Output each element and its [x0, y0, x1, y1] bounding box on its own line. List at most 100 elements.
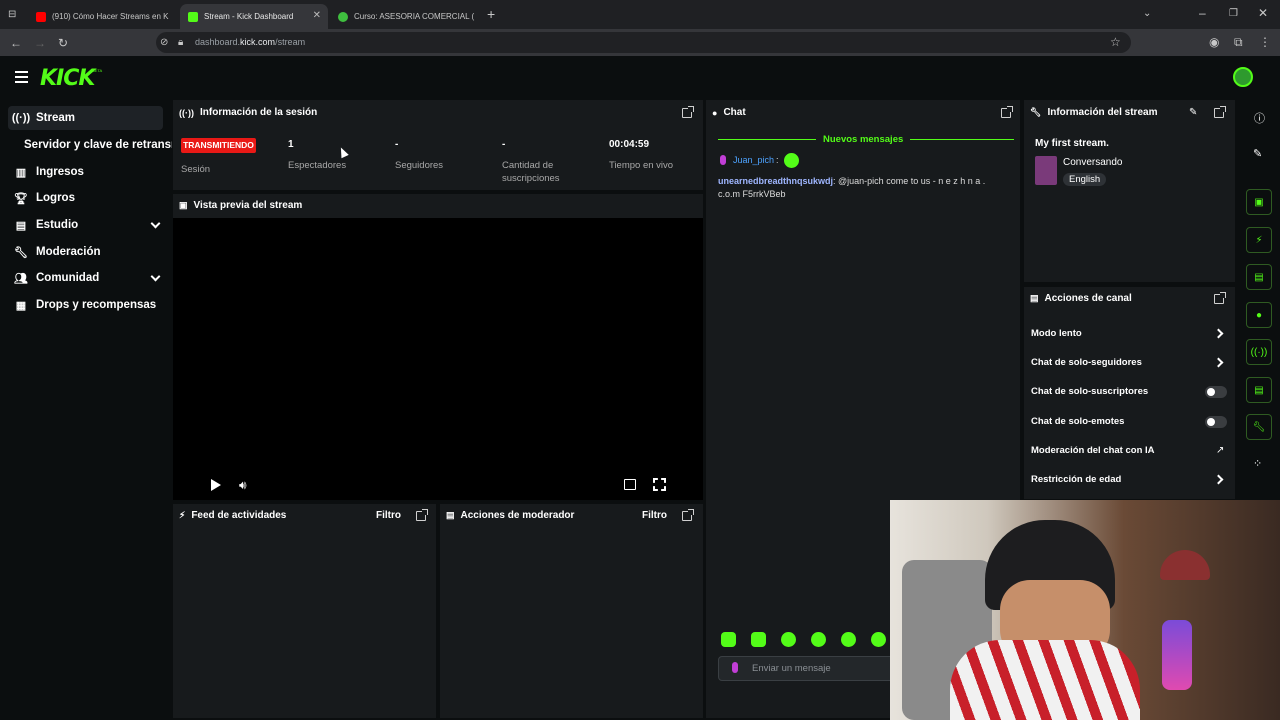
mod-actions-panel [440, 504, 703, 718]
sidebar-item-stream[interactable]: ((·)) Stream [8, 106, 163, 130]
mod-filter-button[interactable]: Filtro [642, 510, 667, 521]
browser-tab-kick[interactable]: Stream - Kick Dashboard ✕ [180, 4, 328, 29]
sidebar-item-label: Servidor y clave de retransm [24, 139, 172, 151]
new-messages-label: Nuevos mensajes [816, 134, 911, 145]
emote-icon[interactable] [871, 632, 886, 647]
sidebar-item-label: Moderación [36, 246, 101, 258]
uptime-label: Tiempo en vivo [609, 160, 674, 171]
close-tab-icon[interactable]: ✕ [313, 10, 321, 21]
external-link-icon[interactable]: ↗ [1216, 445, 1224, 456]
rail-session-button[interactable]: ▣ [1246, 189, 1272, 215]
sidebar-item-stream-key[interactable]: Servidor y clave de retransm [24, 133, 172, 157]
tab-search-icon[interactable]: ⊟ [8, 9, 16, 21]
chat-username[interactable]: Juan_pich [733, 155, 774, 165]
preview-header: ▣ Vista previa del stream [179, 200, 302, 211]
url-prefix: dashboard. [195, 37, 241, 47]
sidebar-item-label: Estudio [36, 219, 79, 231]
sidebar-item-estudio[interactable]: ▤ Estudio [8, 213, 163, 237]
panel-title: Información del stream [1047, 107, 1158, 118]
rail-broadcast-button[interactable]: ((·)) [1246, 339, 1272, 365]
popout-icon[interactable] [1214, 292, 1226, 304]
fullscreen-icon[interactable] [653, 478, 666, 491]
more-widgets-icon[interactable]: ⁘ [1253, 457, 1262, 470]
back-icon[interactable]: ← [10, 37, 22, 49]
rail-mod-button[interactable]: 🔧︎ [1246, 414, 1272, 440]
stream-category[interactable]: Conversando [1063, 157, 1122, 168]
sidebar-item-logros[interactable]: 🏆︎ Logros [8, 186, 163, 210]
subs-value: - [502, 139, 506, 150]
clipboard-icon: ▤ [446, 510, 455, 520]
edit-pencil-icon[interactable]: ✎ [1189, 107, 1197, 118]
minimize-icon[interactable]: – [1199, 7, 1206, 19]
browser-menu-icon[interactable]: ⋮ [1259, 36, 1271, 48]
bookmark-star-icon[interactable]: ☆ [1110, 36, 1121, 48]
volume-icon[interactable]: 🔊︎ [239, 478, 247, 493]
popout-icon[interactable] [416, 509, 428, 521]
sidebar-item-drops[interactable]: ▦ Drops y recompensas [8, 293, 163, 317]
rail-stream-info-button[interactable]: ▤ [1246, 264, 1272, 290]
action-age-restriction[interactable]: Restricción de edad [1031, 474, 1121, 485]
browser-tab-youtube[interactable]: (910) Cómo Hacer Streams en K [28, 4, 178, 29]
address-bar[interactable]: dashboard.kick.com/stream [156, 32, 1131, 53]
play-icon[interactable] [211, 479, 221, 491]
tab-list-chevron-icon[interactable]: ⌄ [1143, 8, 1151, 20]
activity-filter-button[interactable]: Filtro [376, 510, 401, 521]
panel-title: Acciones de moderador [460, 510, 575, 521]
kick-favicon-icon [188, 11, 198, 22]
user-avatar[interactable] [1233, 67, 1253, 87]
emote-icon[interactable] [811, 632, 826, 647]
profile-icon[interactable]: ◉ [1209, 36, 1219, 48]
rail-chat-button[interactable]: ● [1246, 302, 1272, 328]
video-player[interactable] [173, 218, 703, 500]
restore-icon[interactable]: ❐ [1229, 8, 1238, 20]
hamburger-menu-icon[interactable] [15, 71, 28, 83]
action-slow-mode[interactable]: Modo lento [1031, 328, 1082, 339]
action-ai-moderation[interactable]: Moderación del chat con IA [1031, 445, 1155, 456]
emote-icon[interactable] [841, 632, 856, 647]
reload-icon[interactable]: ↻ [58, 37, 68, 49]
forward-icon[interactable]: → [34, 37, 46, 49]
action-emotes-only: Chat de solo-emotes [1031, 416, 1125, 427]
new-tab-icon[interactable]: + [487, 7, 495, 21]
bar-chart-icon: ▥ [15, 166, 27, 179]
panel-title: Vista previa del stream [193, 200, 303, 211]
chevron-down-icon [150, 218, 161, 229]
rgb-speaker-shape [1162, 620, 1192, 690]
theater-mode-icon[interactable] [624, 479, 636, 490]
emote-icon[interactable] [721, 632, 736, 647]
rail-channel-actions-button[interactable]: ▤ [1246, 377, 1272, 403]
chat-username[interactable]: unearnedbreadthnqsukwdj [718, 176, 833, 186]
mod-actions-header: ▤ Acciones de moderador [446, 510, 574, 521]
popout-icon[interactable] [1001, 106, 1013, 118]
extensions-icon[interactable]: ⧉ [1234, 36, 1243, 48]
edit-pencil-icon[interactable]: ✎ [1253, 147, 1262, 160]
site-info-icon[interactable]: ⊘ [160, 37, 168, 49]
stream-info-header: 🔧︎ Información del stream [1030, 107, 1157, 118]
emotes-only-toggle[interactable] [1205, 416, 1227, 428]
shirt-shape [950, 640, 1140, 720]
emote-icon[interactable] [751, 632, 766, 647]
emote-icon [784, 153, 799, 168]
sidebar-item-comunidad[interactable]: 👥︎ Comunidad [8, 266, 163, 290]
sidebar-item-ingresos[interactable]: ▥ Ingresos [8, 160, 163, 184]
chat-message: unearnedbreadthnqsukwdj: @juan-pich come… [718, 176, 986, 199]
popout-icon[interactable] [682, 106, 694, 118]
window-close-icon[interactable]: ✕ [1258, 7, 1268, 19]
popout-icon[interactable] [1214, 106, 1226, 118]
rail-activity-button[interactable]: ⚡︎ [1246, 227, 1272, 253]
sidebar-item-label: Logros [36, 192, 75, 204]
info-icon[interactable]: ⓘ [1254, 110, 1265, 126]
kick-logo[interactable]: KICK [40, 66, 95, 91]
action-subscribers-only: Chat de solo-suscriptores [1031, 386, 1149, 397]
sidebar-item-moderacion[interactable]: 🔧︎ Moderación [8, 240, 163, 264]
popout-icon[interactable] [682, 509, 694, 521]
session-label: Sesión [181, 164, 211, 175]
broadcast-icon: ((·)) [179, 107, 194, 118]
panel-title: Feed de actividades [191, 510, 287, 521]
browser-tab-course[interactable]: Curso: ASESORIA COMERCIAL ( [330, 4, 480, 29]
subscribers-only-toggle[interactable] [1205, 386, 1227, 398]
course-favicon-icon [338, 11, 348, 22]
emote-icon[interactable] [781, 632, 796, 647]
action-followers-only[interactable]: Chat de solo-seguidores [1031, 357, 1142, 368]
tab-label: Stream - Kick Dashboard [204, 12, 294, 21]
